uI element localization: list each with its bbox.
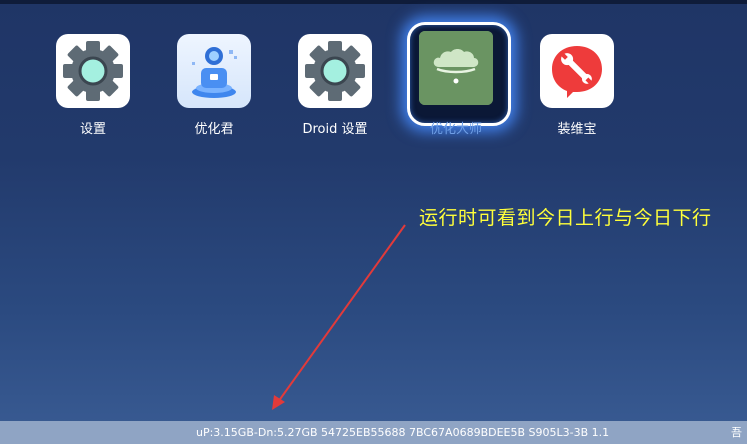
app-repair-tool[interactable]: 装维宝 [532,34,622,144]
cloud-optimizer-icon [419,31,493,105]
settings-gear-icon [56,34,130,108]
app-label: 装维宝 [557,122,597,137]
droid-settings-gear-icon [298,34,372,108]
status-bar-text: uP:3.15GB-Dn:5.27GB 54725EB55688 7BC67A0… [196,426,610,439]
app-optimizer[interactable]: 优化君 [169,34,259,144]
app-label: 优化君 [194,122,234,137]
app-settings[interactable]: 设置 [48,34,138,144]
wrench-tool-icon [540,34,614,108]
optimizer-robot-icon [177,34,251,108]
app-label: 优化大师 [429,122,482,137]
app-label: Droid 设置 [302,122,368,137]
annotation-callout-text: 运行时可看到今日上行与今日下行 [419,207,712,229]
app-droid-settings[interactable]: Droid 设置 [290,34,380,144]
app-label: 设置 [79,122,106,137]
status-bar-corner-text: 吾 [731,426,742,439]
app-cloud-optimizer[interactable]: 优化大师 [407,22,511,144]
app-launcher-row: 设置 优化君 Droid 设置 优化大师 装维宝 [0,0,747,150]
